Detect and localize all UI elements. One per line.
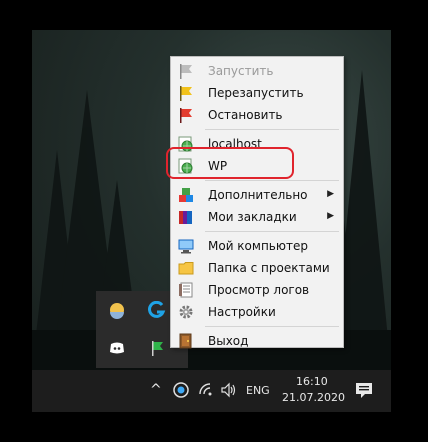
wp-item-highlight	[166, 147, 294, 179]
taskbar: ^ ENG 16:10 21.07.2020	[32, 370, 391, 412]
menu-item-restart[interactable]: Перезапустить	[172, 82, 342, 104]
log-page-icon	[179, 282, 193, 298]
menu-separator	[205, 231, 339, 232]
menu-item-my-computer[interactable]: Мой компьютер	[172, 235, 342, 257]
weather-icon[interactable]	[106, 299, 128, 321]
red-flag-icon	[180, 108, 192, 123]
menu-item-label: Мой компьютер	[208, 239, 308, 253]
books-icon	[179, 211, 192, 224]
menu-separator	[205, 180, 339, 181]
clock-time[interactable]: 16:10	[296, 375, 328, 388]
green-flag-icon[interactable]	[146, 337, 168, 359]
menu-item-label: Дополнительно	[208, 188, 308, 202]
notifications-icon[interactable]	[354, 380, 374, 400]
menu-item-label: Мои закладки	[208, 210, 297, 224]
menu-item-label: Запустить	[208, 64, 274, 78]
menu-item-label: Остановить	[208, 108, 283, 122]
menu-item-label: Перезапустить	[208, 86, 304, 100]
discord-icon[interactable]	[106, 337, 128, 359]
desktop: ^ ENG 16:10 21.07.2020 Запустить Перезап…	[32, 30, 391, 412]
menu-item-start[interactable]: Запустить	[172, 60, 342, 82]
input-language[interactable]: ENG	[246, 384, 270, 397]
menu-separator	[205, 326, 339, 327]
computer-icon	[178, 239, 194, 254]
colored-blocks-icon	[179, 188, 193, 202]
logitech-g-icon[interactable]	[146, 299, 168, 321]
folder-icon	[178, 262, 194, 275]
submenu-arrow-icon: ▶	[327, 211, 334, 221]
submenu-arrow-icon: ▶	[327, 189, 334, 199]
exit-door-icon	[179, 333, 192, 349]
menu-item-advanced[interactable]: Дополнительно ▶	[172, 184, 342, 206]
gray-flag-icon	[180, 64, 192, 79]
menu-item-settings[interactable]: Настройки	[172, 301, 342, 323]
gear-icon	[179, 305, 193, 319]
wifi-icon[interactable]	[198, 381, 216, 399]
menu-item-stop[interactable]: Остановить	[172, 104, 342, 126]
menu-item-exit[interactable]: Выход	[172, 330, 342, 352]
clock-date[interactable]: 21.07.2020	[282, 391, 345, 404]
volume-icon[interactable]	[220, 381, 238, 399]
tray-context-menu: Запустить Перезапустить Остановить local…	[170, 56, 344, 349]
menu-item-label: Папка с проектами	[208, 261, 330, 275]
menu-item-view-logs[interactable]: Просмотр логов	[172, 279, 342, 301]
menu-item-label: Настройки	[208, 305, 276, 319]
menu-item-bookmarks[interactable]: Мои закладки ▶	[172, 206, 342, 228]
yellow-flag-icon	[180, 86, 192, 101]
menu-item-label: Выход	[208, 334, 249, 348]
show-hidden-icons-chevron[interactable]: ^	[150, 382, 162, 398]
menu-separator	[205, 129, 339, 130]
globe-network-icon[interactable]	[172, 381, 190, 399]
menu-item-label: Просмотр логов	[208, 283, 310, 297]
menu-item-projects-folder[interactable]: Папка с проектами	[172, 257, 342, 279]
